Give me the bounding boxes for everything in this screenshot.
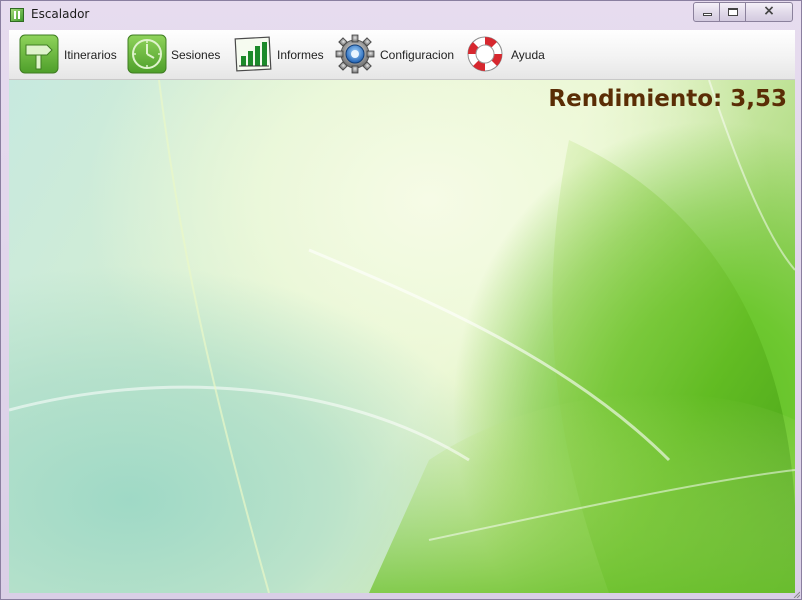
minimize-button[interactable] bbox=[693, 2, 720, 22]
toolbar-label-informes: Informes bbox=[277, 48, 324, 62]
clock-icon bbox=[127, 34, 167, 74]
close-button[interactable]: × bbox=[745, 2, 793, 22]
main-content-area: Rendimiento: 3,53 bbox=[9, 80, 795, 593]
signpost-icon bbox=[19, 34, 59, 74]
main-toolbar: Itinerarios Sesiones Informes Configurac… bbox=[9, 30, 795, 80]
toolbar-item-configuracion[interactable]: Configuracion bbox=[335, 30, 465, 80]
toolbar-label-itinerarios: Itinerarios bbox=[64, 48, 117, 62]
toolbar-label-sesiones: Sesiones bbox=[171, 48, 221, 62]
maximize-button[interactable] bbox=[719, 2, 746, 22]
report-chart-icon bbox=[234, 36, 272, 72]
lifebuoy-icon bbox=[467, 36, 503, 72]
maximize-icon bbox=[728, 8, 738, 16]
minimize-icon bbox=[703, 13, 712, 16]
app-icon[interactable] bbox=[10, 8, 24, 22]
toolbar-label-configuracion: Configuracion bbox=[380, 48, 455, 62]
title-bar[interactable]: Escalador × bbox=[1, 1, 801, 29]
resize-grip-icon[interactable] bbox=[792, 590, 800, 598]
close-icon: × bbox=[763, 3, 775, 19]
app-window: Escalador × Itinerarios Sesiones Informe… bbox=[0, 0, 802, 600]
background-wallpaper bbox=[9, 80, 795, 593]
gear-icon bbox=[335, 34, 375, 74]
rendimiento-label: Rendimiento: 3,53 bbox=[548, 86, 787, 112]
toolbar-label-ayuda: Ayuda bbox=[511, 48, 545, 62]
toolbar-item-informes[interactable]: Informes bbox=[233, 30, 333, 80]
toolbar-item-itinerarios[interactable]: Itinerarios bbox=[19, 30, 123, 80]
toolbar-item-ayuda[interactable]: Ayuda bbox=[465, 30, 555, 80]
window-title: Escalador bbox=[31, 7, 90, 21]
toolbar-item-sesiones[interactable]: Sesiones bbox=[127, 30, 227, 80]
